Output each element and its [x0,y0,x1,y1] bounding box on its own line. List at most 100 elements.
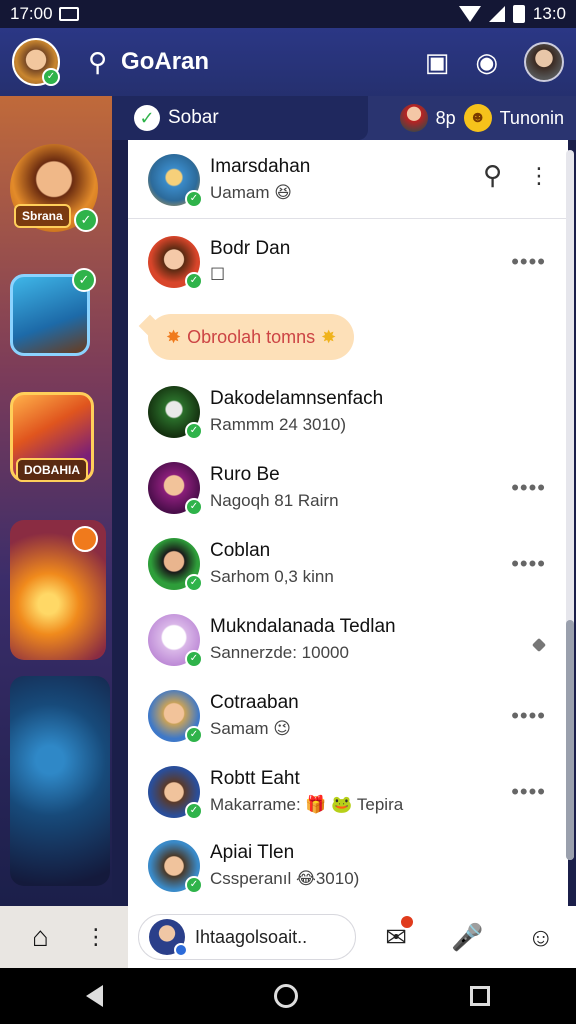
online-badge-icon: ✓ [185,272,203,290]
chat-row[interactable]: ✓ Coblan Sarhom 0,3 kinn •••• [128,532,568,596]
chat-preview: Nagoqh 81 Rairn [210,491,339,510]
app-bar: ✓ ⚲ GoAran ▣ ◉ [0,28,576,96]
chat-preview: Makarrame: 🎁 🐸 Tepira [210,795,404,814]
friend-count: 8p [435,107,456,128]
sparkle-icon: ✸ [166,326,182,347]
more-vert-icon[interactable]: ⋮ [85,926,107,948]
chat-row[interactable]: ✓ Mukndalanada Tedlan Sannerzde: 10000 [128,608,568,672]
back-icon[interactable] [85,985,103,1007]
chat-preview: Sarhom 0,3 kinn [210,567,334,586]
status-label: Tunonin [499,107,564,128]
chat-name: Robtt Eaht [210,768,300,789]
online-badge-icon: ✓ [185,726,203,744]
pin-icon[interactable] [531,637,547,653]
profile-avatar[interactable]: ✓ [12,38,60,86]
online-badge-icon: ✓ [42,68,60,86]
chat-name: Coblan [210,540,271,561]
message-bubble[interactable]: ✸ Obroolah tomns ✸ [148,314,355,360]
sparkle-icon: ✸ [321,326,337,347]
recents-icon[interactable] [470,986,491,1006]
status-clock: 13:0 [532,4,566,23]
avatar: ✓ [148,614,203,668]
chat-row[interactable]: ✓ Dakodelamnsenfach Rammm 24 3010) [128,380,568,444]
discover-icon[interactable]: ◉ [475,47,498,78]
divider [128,218,568,219]
more-icon[interactable]: •••• [511,551,546,577]
check-circle-icon: ✓ [134,105,160,131]
microphone-icon[interactable]: 🎤 [451,922,483,953]
system-nav-bar [0,968,576,1024]
chat-scrollbar[interactable] [566,150,574,860]
avatar: ✓ [148,538,203,592]
chat-row[interactable]: ✓ Bodr Dan ☐ •••• [128,230,568,294]
friend-avatar[interactable] [399,104,428,132]
bubble-text: Obroolah tomns [187,326,316,347]
online-badge-icon: ✓ [185,876,203,894]
filter-chip-label: Sobar [168,107,219,128]
home-nav-icon[interactable] [274,984,299,1008]
home-icon[interactable]: ⌂ [32,921,49,953]
avatar: ✓ [148,840,203,894]
app-title: GoAran [121,48,210,75]
chat-preview: Uamam 😆 [210,183,292,202]
emoji-face-icon[interactable]: ☻ [463,104,492,132]
status-time: 17:00 [10,4,53,23]
more-icon[interactable]: •••• [511,249,546,275]
avatar: ✓ [148,690,203,744]
chat-name: Dakodelamnsenfach [210,388,384,409]
online-badge-icon: ✓ [185,650,203,668]
chat-panel: ✓ Imarsdahan Uamam 😆 ⚲ ⋮ ✓ Bodr Dan ☐ ••… [128,140,568,906]
more-icon[interactable]: •••• [511,779,546,805]
game-tile-1-label: Sbrana [14,204,71,228]
battery-icon [512,5,525,23]
game-tile-3-label: DOBAHIA [16,458,88,482]
avatar: ✓ [148,154,203,208]
scrollbar-thumb[interactable] [566,620,574,860]
share-icon[interactable]: ▣ [425,47,450,78]
more-vert-icon[interactable]: ⋮ [528,163,550,189]
chat-preview: Samam 😉 [210,719,292,738]
wifi-icon [458,6,481,22]
chat-preview: Cssperanıl 😂3010) [210,869,360,888]
online-badge-icon: ✓ [185,190,203,208]
avatar [149,919,188,957]
chat-row[interactable]: ✓ Robtt Eaht Makarrame: 🎁 🐸 Tepira •••• [128,760,568,824]
more-icon[interactable]: •••• [511,475,546,501]
game-rail: Sbrana ✓ ✓ DOBAHIA [0,96,112,904]
chat-name: Cotraaban [210,692,299,713]
message-input-text: Ihtaagolsoait.. [195,926,308,947]
gallery-icon [58,7,79,21]
chat-name: Ruro Be [210,464,280,485]
chat-name: Mukndalanada Tedlan [210,616,396,637]
online-badge-icon: ✓ [185,422,203,440]
online-badge-icon: ✓ [185,574,203,592]
chat-row[interactable]: ✓ Apiai Tlen Cssperanıl 😂3010) [128,834,568,898]
search-icon[interactable]: ⚲ [88,47,107,78]
search-chat-icon[interactable]: ⚲ [483,160,502,191]
check-icon: ✓ [72,268,96,292]
status-bar: 17:00 13:0 [0,0,576,28]
notification-dot-icon [399,913,416,930]
chat-name: Apiai Tlen [210,842,295,863]
chat-row[interactable]: ✓ Ruro Be Nagoqh 81 Rairn •••• [128,456,568,520]
notification-dot-icon [72,526,98,552]
chat-row[interactable]: ✓ Cotraaban Samam 😉 •••• [128,684,568,748]
avatar: ✓ [148,766,203,820]
verified-badge-icon [174,943,188,957]
online-badge-icon: ✓ [185,802,203,820]
my-avatar[interactable] [524,42,564,82]
filter-chip[interactable]: ✓ Sobar [112,96,368,140]
chat-name: Imarsdahan [210,156,311,177]
online-badge-icon: ✓ [185,498,203,516]
chat-preview: Sannerzde: 10000 [210,643,349,662]
message-input[interactable]: Ihtaagolsoait.. [138,914,356,960]
game-tile-5[interactable] [10,676,110,886]
chat-name: Bodr Dan [210,238,291,259]
chat-bubble-icon[interactable]: ✉ [385,913,416,953]
signal-icon [488,6,505,22]
avatar: ✓ [148,236,203,290]
emoji-icon[interactable]: ☺ [527,922,554,953]
more-icon[interactable]: •••• [511,703,546,729]
avatar: ✓ [148,462,203,516]
chat-preview: Rammm 24 3010) [210,415,347,434]
